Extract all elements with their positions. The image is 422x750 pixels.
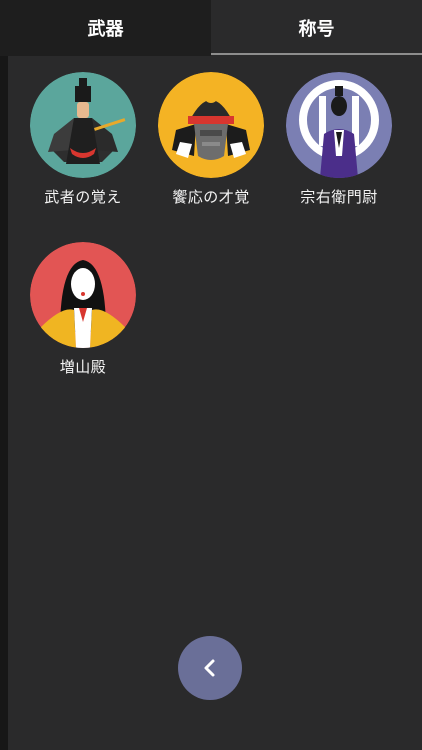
item-musha-no-oboe[interactable]: 武者の覚え bbox=[23, 72, 143, 207]
item-label: 武者の覚え bbox=[44, 188, 122, 206]
samurai-courtier-icon bbox=[30, 72, 136, 178]
item-label: 宗右衛門尉 bbox=[300, 188, 378, 206]
tab-underline bbox=[211, 53, 422, 55]
back-button[interactable] bbox=[178, 636, 242, 700]
screen: 武器 称号 武者の覚え 饗応の才覚 宗右衛門尉 増山殿 bbox=[0, 0, 422, 750]
item-soemon-no-jo[interactable]: 宗右衛門尉 bbox=[279, 72, 399, 207]
item-label: 饗応の才覚 bbox=[172, 188, 250, 206]
tab-bar: 武器 称号 bbox=[0, 0, 422, 56]
court-lady-icon bbox=[30, 242, 136, 348]
item-masuyama-dono[interactable]: 増山殿 bbox=[23, 242, 143, 377]
tab-titles[interactable]: 称号 bbox=[211, 0, 422, 56]
item-kyoou-no-saikaku[interactable]: 饗応の才覚 bbox=[151, 72, 271, 207]
chevron-left-icon bbox=[204, 659, 215, 677]
samurai-crest-icon bbox=[286, 72, 392, 178]
item-label: 増山殿 bbox=[59, 358, 107, 376]
samurai-armor-icon bbox=[158, 72, 264, 178]
tab-weapons[interactable]: 武器 bbox=[0, 0, 211, 56]
